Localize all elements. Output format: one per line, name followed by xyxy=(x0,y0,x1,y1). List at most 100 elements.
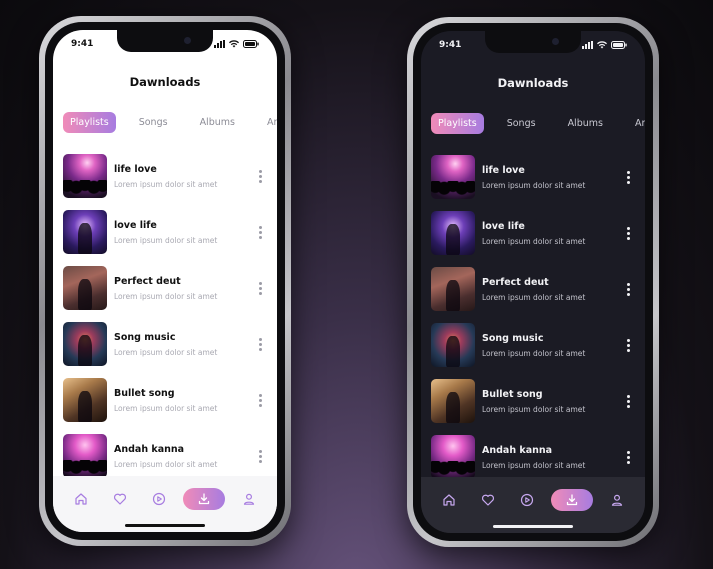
song-title: Perfect deut xyxy=(114,275,181,287)
category-tabs: Playlists Songs Albums Artists xyxy=(63,112,277,133)
home-indicator[interactable] xyxy=(493,525,573,528)
tab-albums[interactable]: Albums xyxy=(193,112,242,133)
tab-artists[interactable]: Artists xyxy=(628,113,645,134)
phone-light-mode: 9:41 Dawnloads Playlists Songs Albums Ar… xyxy=(39,16,291,546)
song-subtitle: Lorem ipsum dolor sit amet xyxy=(114,179,218,189)
app-screen-dark: 9:41 Dawnloads Playlists Songs Albums Ar… xyxy=(421,31,645,533)
more-options-icon[interactable] xyxy=(623,226,633,240)
tab-artists[interactable]: Artists xyxy=(260,112,277,133)
song-subtitle: Lorem ipsum dolor sit amet xyxy=(482,404,586,414)
more-options-icon[interactable] xyxy=(255,393,265,407)
status-time: 9:41 xyxy=(71,39,94,49)
song-thumbnail xyxy=(63,322,107,366)
list-item[interactable]: Bullet song Lorem ipsum dolor sit amet xyxy=(63,372,269,428)
phone-bezel: 9:41 Dawnloads Playlists Songs Albums Ar… xyxy=(413,23,653,541)
play-circle-icon[interactable] xyxy=(512,489,542,511)
song-subtitle: Lorem ipsum dolor sit amet xyxy=(482,460,586,470)
list-item[interactable]: Perfect deut Lorem ipsum dolor sit amet xyxy=(63,260,269,316)
notch xyxy=(117,30,213,52)
song-thumbnail xyxy=(431,323,475,367)
song-subtitle: Lorem ipsum dolor sit amet xyxy=(482,180,586,190)
more-options-icon[interactable] xyxy=(255,169,265,183)
song-title: Song music xyxy=(114,331,176,343)
more-options-icon[interactable] xyxy=(255,225,265,239)
play-circle-icon[interactable] xyxy=(144,488,174,510)
more-options-icon[interactable] xyxy=(255,337,265,351)
download-icon[interactable] xyxy=(551,489,594,511)
list-item[interactable]: life love Lorem ipsum dolor sit amet xyxy=(63,148,269,204)
tab-songs[interactable]: Songs xyxy=(500,113,543,134)
list-item[interactable]: life love Lorem ipsum dolor sit amet xyxy=(431,149,637,205)
song-title: life love xyxy=(114,163,157,175)
song-thumbnail xyxy=(431,155,475,199)
song-subtitle: Lorem ipsum dolor sit amet xyxy=(482,348,586,358)
song-subtitle: Lorem ipsum dolor sit amet xyxy=(114,291,218,301)
tab-songs[interactable]: Songs xyxy=(132,112,175,133)
page-title: Dawnloads xyxy=(129,75,201,89)
more-options-icon[interactable] xyxy=(255,449,265,463)
more-options-icon[interactable] xyxy=(623,394,633,408)
user-icon[interactable] xyxy=(602,489,632,511)
phone-bezel: 9:41 Dawnloads Playlists Songs Albums Ar… xyxy=(45,22,285,540)
download-list: life love Lorem ipsum dolor sit amet lov… xyxy=(431,149,637,485)
song-thumbnail xyxy=(431,211,475,255)
home-icon[interactable] xyxy=(66,488,96,510)
app-screen-light: 9:41 Dawnloads Playlists Songs Albums Ar… xyxy=(53,30,277,532)
song-thumbnail xyxy=(431,379,475,423)
status-time: 9:41 xyxy=(439,40,462,50)
more-options-icon[interactable] xyxy=(623,450,633,464)
song-title: love life xyxy=(482,220,525,232)
song-title: Bullet song xyxy=(114,387,175,399)
more-options-icon[interactable] xyxy=(255,281,265,295)
wifi-icon xyxy=(229,40,239,48)
signal-icon xyxy=(582,41,593,49)
signal-icon xyxy=(214,40,225,48)
page-title: Dawnloads xyxy=(497,76,569,90)
list-item[interactable]: Bullet song Lorem ipsum dolor sit amet xyxy=(431,373,637,429)
home-indicator[interactable] xyxy=(125,524,205,527)
song-subtitle: Lorem ipsum dolor sit amet xyxy=(482,236,586,246)
tab-playlists[interactable]: Playlists xyxy=(431,113,484,134)
notch xyxy=(485,31,581,53)
song-title: love life xyxy=(114,219,157,231)
tab-albums[interactable]: Albums xyxy=(561,113,610,134)
list-item[interactable]: love life Lorem ipsum dolor sit amet xyxy=(431,205,637,261)
battery-icon xyxy=(611,41,627,49)
wifi-icon xyxy=(597,41,607,49)
song-subtitle: Lorem ipsum dolor sit amet xyxy=(114,403,218,413)
song-subtitle: Lorem ipsum dolor sit amet xyxy=(114,235,218,245)
song-title: Andah kanna xyxy=(482,444,553,456)
more-options-icon[interactable] xyxy=(623,338,633,352)
song-title: Andah kanna xyxy=(114,443,185,455)
user-icon[interactable] xyxy=(234,488,264,510)
list-item[interactable]: love life Lorem ipsum dolor sit amet xyxy=(63,204,269,260)
song-subtitle: Lorem ipsum dolor sit amet xyxy=(114,459,218,469)
song-thumbnail xyxy=(63,210,107,254)
song-title: Song music xyxy=(482,332,544,344)
list-item[interactable]: Perfect deut Lorem ipsum dolor sit amet xyxy=(431,261,637,317)
song-thumbnail xyxy=(431,267,475,311)
list-item[interactable]: Song music Lorem ipsum dolor sit amet xyxy=(431,317,637,373)
song-title: Perfect deut xyxy=(482,276,549,288)
download-list: life love Lorem ipsum dolor sit amet lov… xyxy=(63,148,269,484)
song-subtitle: Lorem ipsum dolor sit amet xyxy=(114,347,218,357)
heart-icon[interactable] xyxy=(105,488,135,510)
tab-playlists[interactable]: Playlists xyxy=(63,112,116,133)
song-thumbnail xyxy=(63,434,107,478)
battery-icon xyxy=(243,40,259,48)
download-icon[interactable] xyxy=(183,488,226,510)
song-title: life love xyxy=(482,164,525,176)
song-thumbnail xyxy=(63,378,107,422)
heart-icon[interactable] xyxy=(473,489,503,511)
song-subtitle: Lorem ipsum dolor sit amet xyxy=(482,292,586,302)
home-icon[interactable] xyxy=(434,489,464,511)
list-item[interactable]: Song music Lorem ipsum dolor sit amet xyxy=(63,316,269,372)
more-options-icon[interactable] xyxy=(623,282,633,296)
phone-dark-mode: 9:41 Dawnloads Playlists Songs Albums Ar… xyxy=(407,17,659,547)
category-tabs: Playlists Songs Albums Artists xyxy=(431,113,645,134)
more-options-icon[interactable] xyxy=(623,170,633,184)
song-thumbnail xyxy=(63,266,107,310)
song-thumbnail xyxy=(431,435,475,479)
song-thumbnail xyxy=(63,154,107,198)
song-title: Bullet song xyxy=(482,388,543,400)
